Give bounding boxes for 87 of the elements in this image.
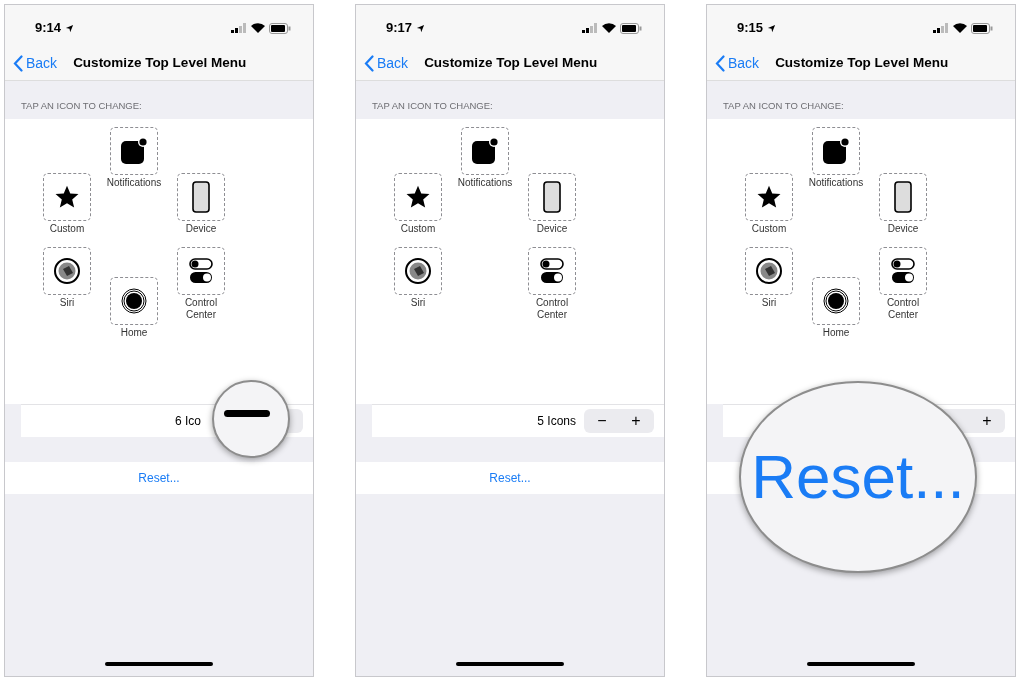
- section-header: TAP AN ICON TO CHANGE:: [372, 98, 493, 113]
- menu-icon-slot[interactable]: [812, 127, 860, 175]
- section-header: TAP AN ICON TO CHANGE:: [21, 98, 142, 113]
- status-time: 9:14: [35, 19, 62, 38]
- icon-label: Control Center: [183, 297, 219, 321]
- siri-icon: [53, 257, 81, 285]
- battery-icon: [620, 22, 642, 34]
- menu-icon-slot[interactable]: [745, 247, 793, 295]
- notification-icon: [822, 137, 850, 165]
- icon-label: Device: [184, 223, 218, 235]
- location-arrow-icon: [65, 23, 75, 33]
- menu-icon-slot[interactable]: [879, 173, 927, 221]
- icon-label: Notifications: [807, 177, 865, 189]
- status-time: 9:17: [386, 19, 413, 38]
- section-header: TAP AN ICON TO CHANGE:: [723, 98, 844, 113]
- signal-icon: [582, 23, 598, 33]
- icon-label: Device: [886, 223, 920, 235]
- battery-icon: [971, 22, 993, 34]
- location-arrow-icon: [416, 23, 426, 33]
- home-button-icon: [823, 288, 849, 314]
- icon-label: Siri: [760, 297, 778, 309]
- status-time: 9:15: [737, 19, 764, 38]
- toggle-icon: [539, 257, 565, 285]
- star-icon: [405, 184, 431, 210]
- chevron-left-icon: [715, 55, 725, 72]
- icon-label: Control Center: [885, 297, 921, 321]
- location-arrow-icon: [767, 23, 777, 33]
- home-button-icon: [121, 288, 147, 314]
- wifi-icon: [251, 23, 265, 33]
- menu-icon-slot[interactable]: [43, 173, 91, 221]
- icon-label: Siri: [58, 297, 76, 309]
- back-button[interactable]: Back: [13, 53, 58, 74]
- menu-icon-slot[interactable]: [177, 173, 225, 221]
- menu-icon-slot[interactable]: [394, 173, 442, 221]
- menu-icon-slot[interactable]: [110, 127, 158, 175]
- minus-button[interactable]: −: [590, 409, 614, 433]
- menu-icon-slot[interactable]: [110, 277, 158, 325]
- icon-label: Siri: [409, 297, 427, 309]
- reset-link[interactable]: Reset...: [489, 469, 531, 487]
- chevron-left-icon: [13, 55, 23, 72]
- wifi-icon: [602, 23, 616, 33]
- menu-icon-slot[interactable]: [528, 247, 576, 295]
- reset-link[interactable]: Reset...: [138, 469, 180, 487]
- toggle-icon: [188, 257, 214, 285]
- siri-icon: [404, 257, 432, 285]
- minus-icon: [224, 409, 270, 417]
- menu-icon-slot[interactable]: [461, 127, 509, 175]
- star-icon: [54, 184, 80, 210]
- menu-icon-slot[interactable]: [528, 173, 576, 221]
- notification-icon: [471, 137, 499, 165]
- wifi-icon: [953, 23, 967, 33]
- menu-icon-slot[interactable]: [812, 277, 860, 325]
- icon-label: Custom: [48, 223, 86, 235]
- screen-title: Customize Top Level Menu: [73, 54, 247, 73]
- magnified-reset-text: Reset...: [751, 446, 965, 508]
- toggle-icon: [890, 257, 916, 285]
- icon-label: Home: [821, 327, 851, 339]
- signal-icon: [933, 23, 949, 33]
- icon-label: Custom: [750, 223, 788, 235]
- battery-icon: [269, 22, 291, 34]
- phone-icon: [894, 181, 912, 213]
- notification-icon: [120, 137, 148, 165]
- back-button[interactable]: Back: [364, 53, 409, 74]
- screen-title: Customize Top Level Menu: [424, 54, 598, 73]
- icon-label: Device: [535, 223, 569, 235]
- menu-icon-slot[interactable]: [879, 247, 927, 295]
- menu-icon-slot[interactable]: [43, 247, 91, 295]
- chevron-left-icon: [364, 55, 374, 72]
- siri-icon: [755, 257, 783, 285]
- plus-button[interactable]: +: [975, 409, 999, 433]
- icon-label: Notifications: [105, 177, 163, 189]
- icon-count: 5 Icons: [537, 413, 576, 430]
- back-button[interactable]: Back: [715, 53, 760, 74]
- icon-label: Control Center: [534, 297, 570, 321]
- menu-icon-slot[interactable]: [394, 247, 442, 295]
- phone-icon: [192, 181, 210, 213]
- icon-label: Home: [119, 327, 149, 339]
- signal-icon: [231, 23, 247, 33]
- star-icon: [756, 184, 782, 210]
- phone-icon: [543, 181, 561, 213]
- icon-label: Custom: [399, 223, 437, 235]
- plus-button[interactable]: +: [624, 409, 648, 433]
- menu-icon-slot[interactable]: [745, 173, 793, 221]
- menu-icon-slot[interactable]: [177, 247, 225, 295]
- icon-label: Notifications: [456, 177, 514, 189]
- icon-count: 6 Ico: [175, 413, 201, 430]
- screen-title: Customize Top Level Menu: [775, 54, 949, 73]
